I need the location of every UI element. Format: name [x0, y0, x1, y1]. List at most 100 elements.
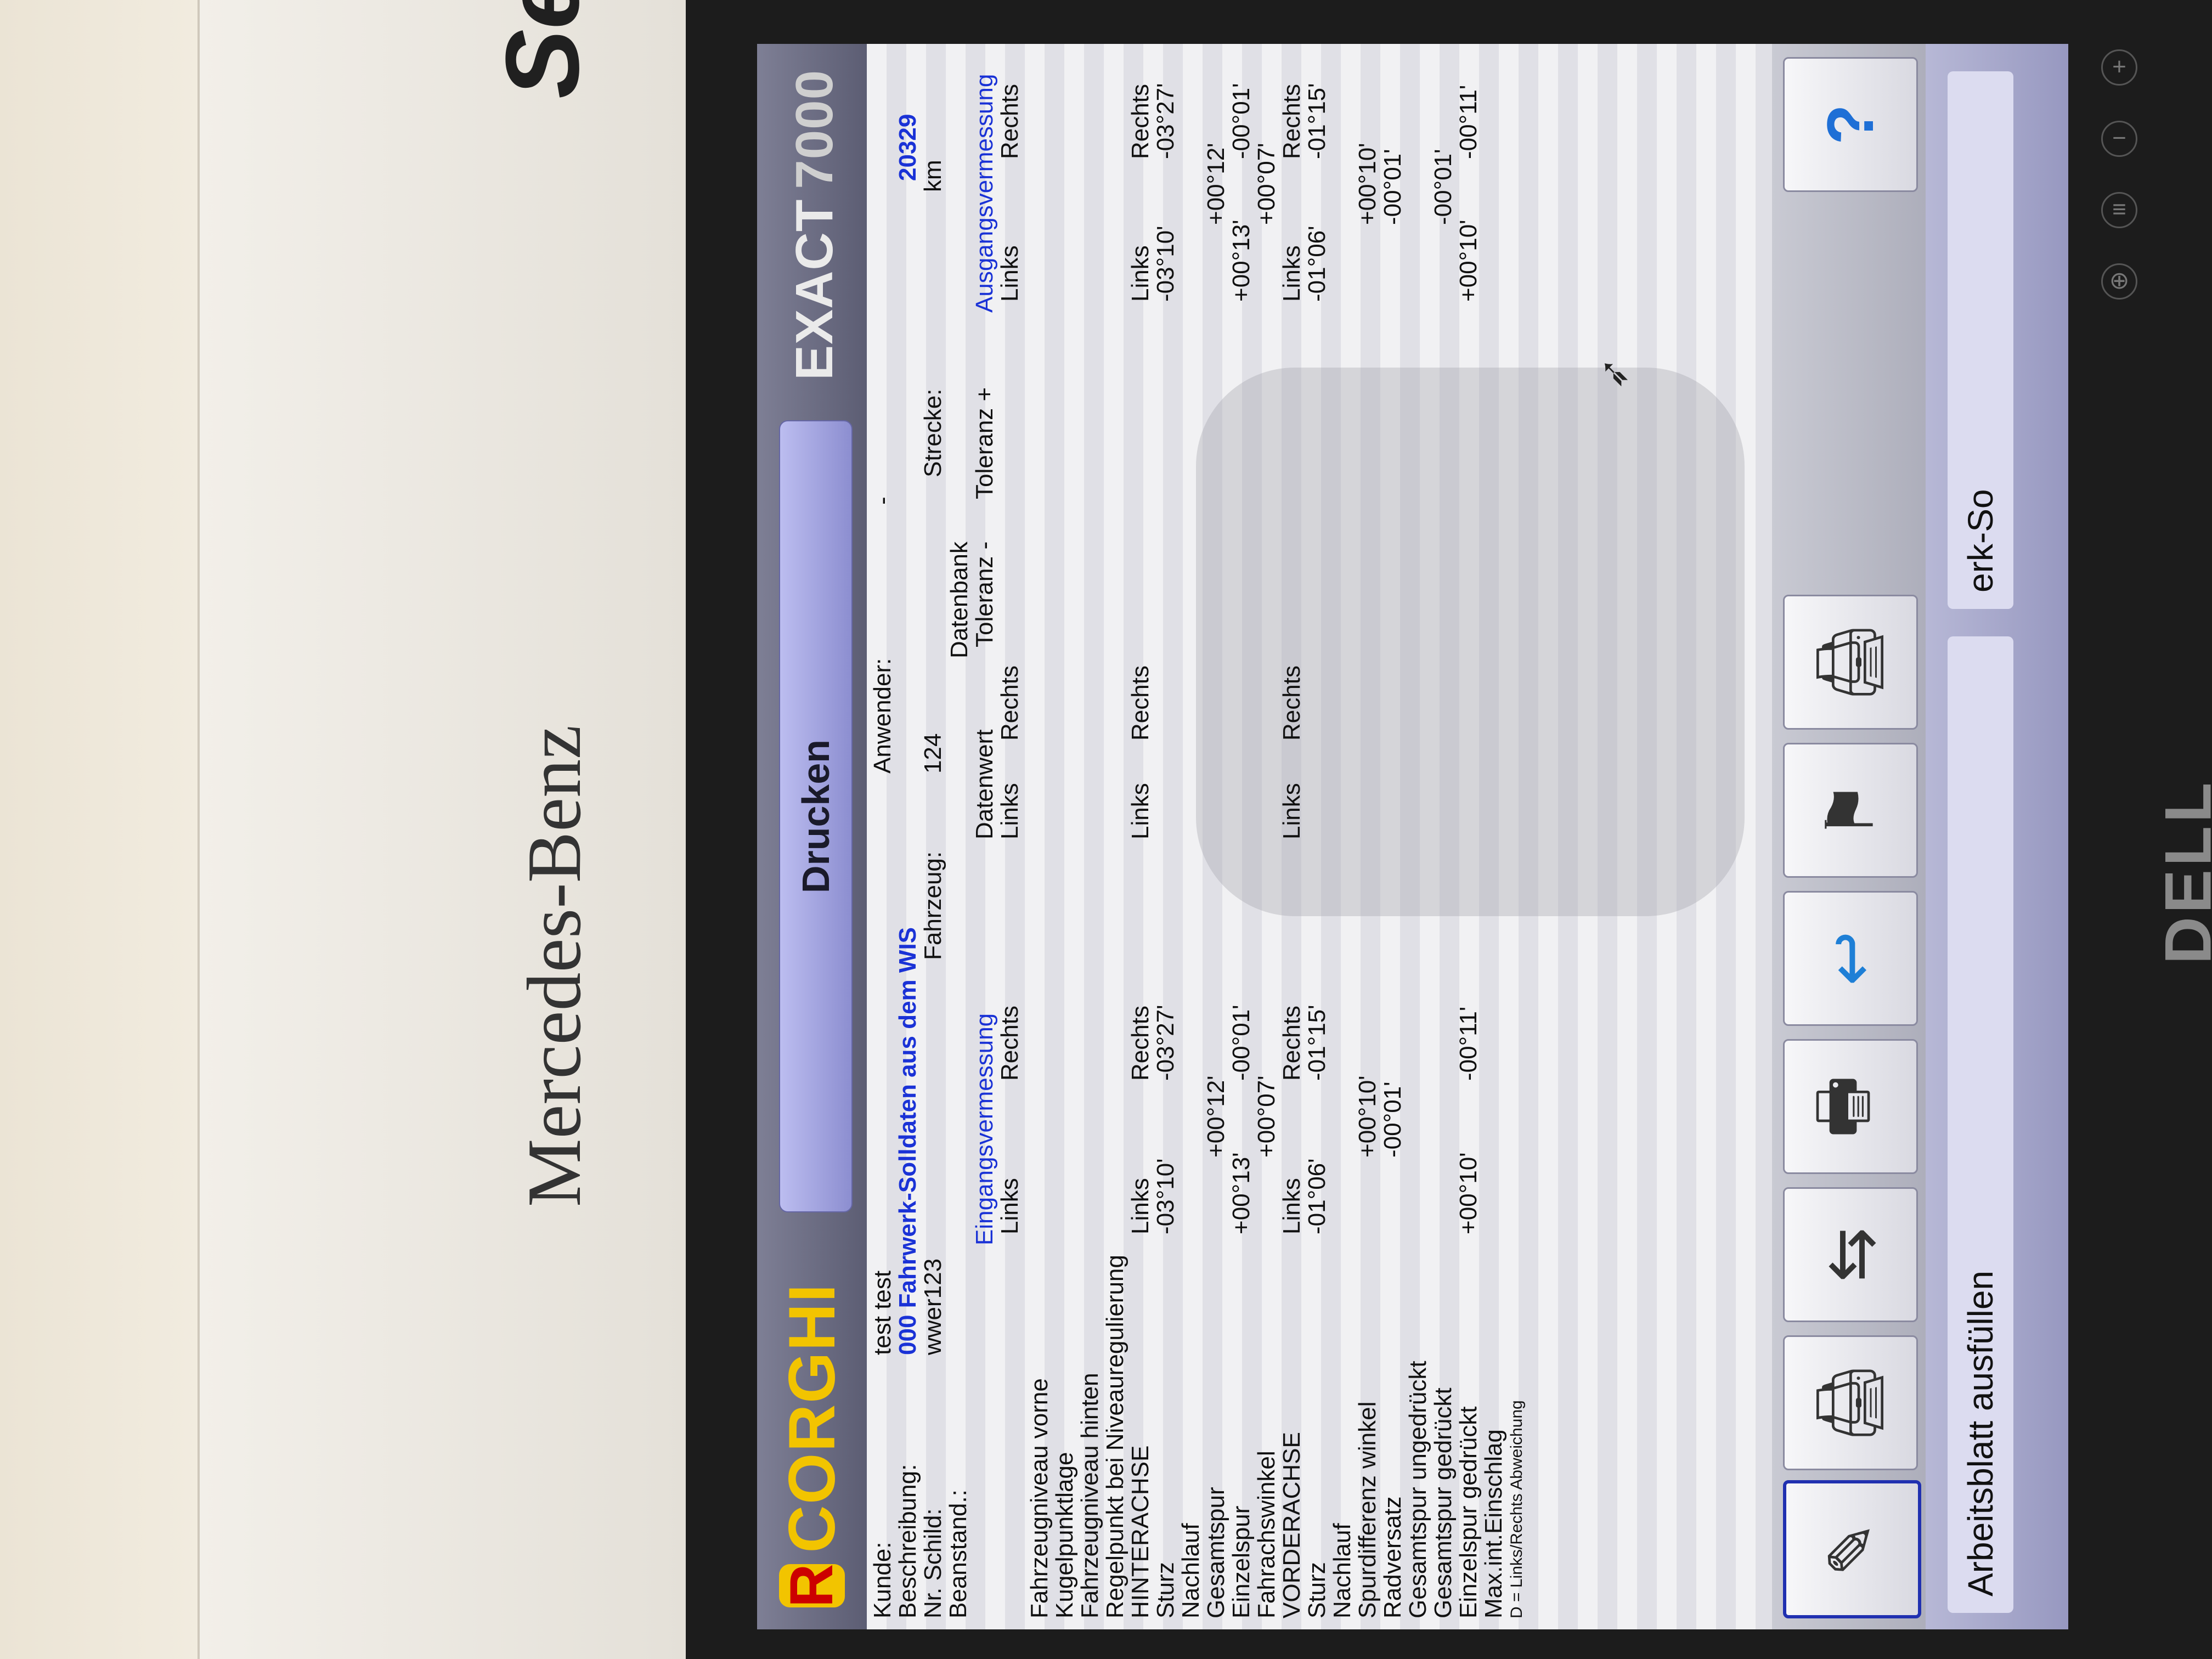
- product-number: 7000: [785, 70, 844, 189]
- header-ausgang-rechts: Rechts: [996, 84, 1023, 159]
- row-label: Radversatz: [1379, 1496, 1406, 1618]
- header-datenwert: Datenwert: [971, 729, 998, 839]
- beanstand-label: Beanstand.:: [945, 1489, 972, 1618]
- row-label: Gesamtspur: [1203, 1487, 1229, 1618]
- ha-gesamtspur: +00°12': [1203, 1075, 1229, 1158]
- finish-button[interactable]: ⚑: [1783, 743, 1918, 878]
- corghi-logo: R CORGHI: [774, 1283, 850, 1607]
- ha-eingang-links-header: Links: [1127, 1178, 1154, 1234]
- header-datenwert-links: Links: [996, 783, 1023, 839]
- header-ausgang: Ausgangsvermessung: [971, 74, 998, 313]
- ha-ausgang-links-header: Links: [1127, 245, 1154, 302]
- drucken-button[interactable]: Drucken: [779, 420, 853, 1212]
- status-secondary: erk-So: [1948, 71, 2013, 609]
- va-sturz-rechts-out: -01°15': [1304, 83, 1330, 159]
- va-spurdifferenz: +00°10': [1354, 1075, 1381, 1158]
- va-spurdifferenz-out: +00°10': [1354, 143, 1381, 225]
- monitor-input-button[interactable]: ⊕: [2101, 263, 2137, 300]
- row-label: Gesamtspur ungedrückt: [1404, 1361, 1431, 1618]
- va-sturz-links: -01°06': [1304, 1158, 1330, 1234]
- back-button[interactable]: ↩: [1783, 891, 1918, 1026]
- ha-sturz-links: -03°10': [1152, 1158, 1179, 1234]
- printer-settings-button[interactable]: 🖨: [1783, 595, 1918, 730]
- help-button[interactable]: ?: [1783, 57, 1918, 192]
- ha-einzelspur-links: +00°13': [1228, 1152, 1255, 1234]
- header-toleranz-minus: Toleranz -: [971, 541, 998, 647]
- service-sign-text: Service: [483, 0, 602, 99]
- beschreibung-value: 000 Fahrwerk-Solldaten aus dem WIS: [894, 927, 921, 1355]
- va-radversatz-out: -00°01': [1379, 149, 1406, 225]
- ha-ausgang-rechts-header: Rechts: [1127, 84, 1154, 159]
- kunde-label: Kunde:: [869, 1542, 896, 1618]
- mercedes-benz-sign-text: Mercedes-Benz: [512, 725, 597, 1207]
- header-ausgang-links: Links: [996, 245, 1023, 302]
- va-eingang-links-header: Links: [1278, 1178, 1305, 1234]
- ha-fahrachswinkel-out: +00°07': [1253, 143, 1280, 225]
- corghi-logo-text: CORGHI: [775, 1283, 849, 1553]
- toolbar: ✎ 🖨 ⇆ 🖶 ↩ ⚑ 🖨 ?: [1772, 44, 1926, 1629]
- monitor-minus-button[interactable]: −: [2101, 121, 2137, 157]
- corghi-app: R CORGHI Drucken EXACT 7000 Kunde: Besch…: [757, 44, 2068, 1629]
- row-label: Max.int.Einschlag: [1480, 1429, 1507, 1618]
- row-label: Einzelspur: [1228, 1505, 1255, 1618]
- monitor-screen: R CORGHI Drucken EXACT 7000 Kunde: Besch…: [757, 44, 2068, 1629]
- status-message: Arbeitsblatt ausfüllen: [1948, 636, 2013, 1613]
- va-einzelspur-links: +00°10': [1455, 1152, 1482, 1234]
- strecke-unit: km: [919, 160, 946, 192]
- dell-logo: DELL: [2151, 779, 2212, 964]
- ha-eingang-rechts-header: Rechts: [1127, 1006, 1154, 1081]
- mouse-cursor-icon: ➶: [1592, 357, 1635, 390]
- nr-schild-value: wwer123: [919, 1258, 946, 1355]
- printer-settings-icon: 🖨: [1813, 620, 1887, 704]
- row-label: Nachlauf: [1177, 1523, 1204, 1618]
- va-einzelspur-links-out: +00°10': [1455, 219, 1482, 302]
- ha-fahrachswinkel: +00°07': [1253, 1075, 1280, 1158]
- fahrzeug-label: Fahrzeug:: [919, 851, 946, 960]
- header-datenwert-rechts: Rechts: [996, 665, 1023, 741]
- fahrzeug-value: 124: [919, 733, 946, 774]
- monitor-plus-button[interactable]: +: [2101, 49, 2137, 86]
- worksheet-pen-button[interactable]: ✎: [1783, 1480, 1921, 1618]
- row-label: HINTERACHSE: [1127, 1445, 1154, 1618]
- print-button[interactable]: 🖶: [1783, 1039, 1918, 1174]
- row-label: VORDERACHSE: [1278, 1432, 1305, 1618]
- background-sign: [198, 0, 693, 1659]
- va-ausgang-links-header: Links: [1278, 245, 1305, 302]
- row-label: Kugelpunktlage: [1051, 1452, 1078, 1618]
- row-label: Regelpunkt bei Niveauregulierung: [1102, 1255, 1128, 1618]
- car-printer-button[interactable]: 🖨: [1783, 1335, 1918, 1470]
- ha-gesamtspur-out: +00°12': [1203, 143, 1229, 225]
- va-einzelspur-rechts: -00°11': [1455, 1006, 1482, 1081]
- car-transfer-icon: ⇆: [1813, 1227, 1887, 1283]
- pen-paper-icon: ✎: [1815, 1521, 1889, 1577]
- row-label: Fahrzeugniveau vorne: [1026, 1378, 1053, 1618]
- va-datenwert-rechts-header: Rechts: [1278, 665, 1305, 741]
- car-transfer-button[interactable]: ⇆: [1783, 1187, 1918, 1322]
- ha-sturz-rechts: -03°27': [1152, 1005, 1179, 1081]
- beschreibung-code: 20329: [894, 114, 921, 181]
- kunde-value: test test: [869, 1270, 896, 1355]
- ha-datenwert-rechts-header: Rechts: [1127, 665, 1154, 741]
- row-label: Einzelspur gedrückt: [1455, 1406, 1482, 1618]
- monitor-menu-button[interactable]: ≡: [2101, 192, 2137, 228]
- va-ausgang-rechts-header: Rechts: [1278, 84, 1305, 159]
- ha-einzelspur-links-out: +00°13': [1228, 219, 1255, 302]
- header-datenbank: Datenbank: [946, 541, 973, 658]
- product-name: EXACT: [785, 199, 844, 380]
- row-label: Fahrzeugniveau hinten: [1076, 1373, 1103, 1618]
- car-printer-icon: 🖨: [1813, 1361, 1887, 1445]
- va-datenwert-links-header: Links: [1278, 783, 1305, 839]
- row-label: Gesamtspur gedrückt: [1430, 1387, 1457, 1618]
- va-einzelspur-rechts-out: -00°11': [1455, 84, 1482, 159]
- row-label: Sturz: [1304, 1562, 1330, 1618]
- header-eingang-rechts: Rechts: [996, 1006, 1023, 1081]
- ha-einzelspur-rechts-out: -00°01': [1228, 83, 1255, 159]
- checkered-flag-icon: ⚑: [1813, 781, 1887, 840]
- va-eingang-rechts-header: Rechts: [1278, 1006, 1305, 1081]
- header-toleranz-plus: Toleranz +: [971, 387, 998, 499]
- strecke-label: Strecke:: [919, 388, 946, 477]
- exact-7000-logo: EXACT 7000: [779, 70, 850, 380]
- title-bar: R CORGHI Drucken EXACT 7000: [757, 44, 867, 1629]
- printer-icon: 🖶: [1805, 1075, 1879, 1138]
- ha-datenwert-links-header: Links: [1127, 783, 1154, 839]
